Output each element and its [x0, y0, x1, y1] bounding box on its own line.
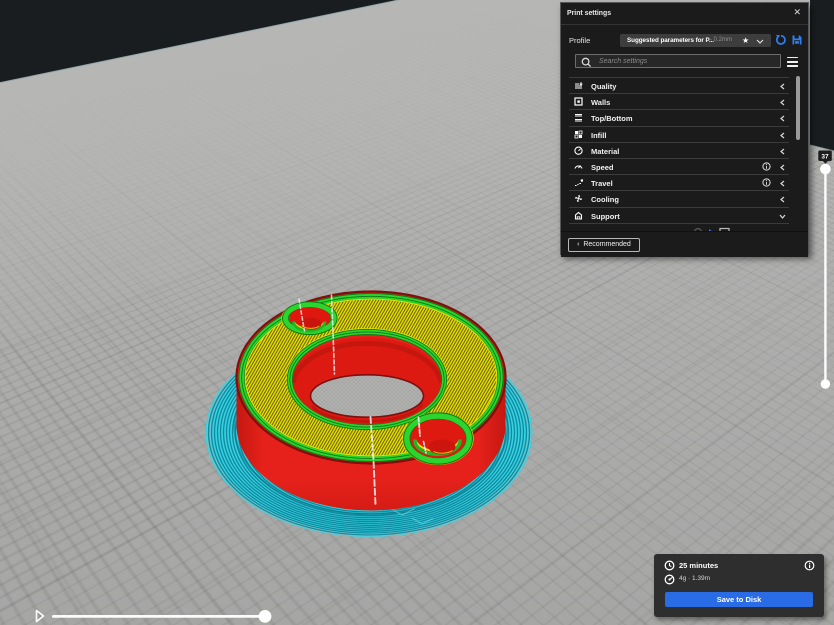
- svg-text:37: 37: [821, 153, 829, 160]
